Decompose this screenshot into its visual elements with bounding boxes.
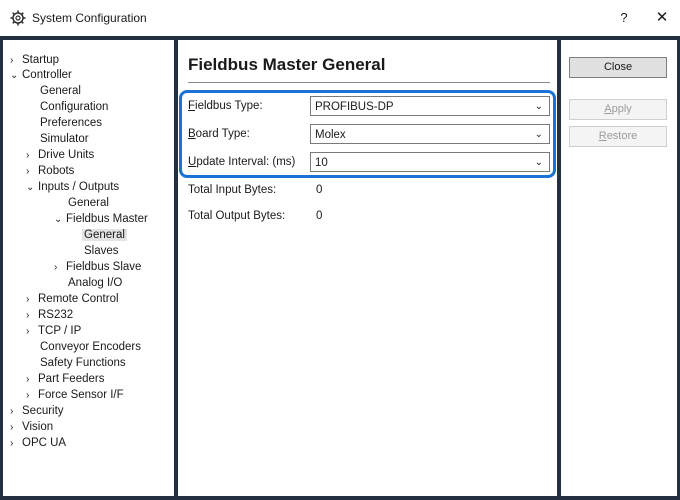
tree-item-label: OPC UA [22,437,67,449]
tree-item-label: Robots [38,165,75,177]
tree-item-controller-general[interactable]: General [40,83,81,99]
close-button[interactable]: Close [569,57,667,78]
tree-item-label: Security [22,405,64,417]
tree-item-fieldbus-master-general[interactable]: General [82,227,127,243]
tree-item-startup[interactable]: › Startup [10,52,59,68]
page-title: Fieldbus Master General [188,55,386,74]
tree-item-label: Conveyor Encoders [40,341,141,353]
accelerator-key: A [604,103,612,115]
tree-item-label: General [68,197,109,209]
tree-item-label: TCP / IP [38,325,82,337]
button-label: estore [606,130,638,142]
tree-item-io-general[interactable]: General [68,195,109,211]
accelerator-key: R [598,130,607,142]
chevron-down-icon[interactable]: ⌄ [54,212,66,228]
tree-item-label: RS232 [38,309,74,321]
tree-item-label: Drive Units [38,149,95,161]
tree-item-slaves[interactable]: Slaves [84,243,119,259]
tree-item-label: Slaves [84,245,119,257]
tree-item-security[interactable]: › Security [10,403,64,419]
apply-button[interactable]: Apply [569,99,667,120]
button-panel: Close Apply Restore [561,40,677,496]
tree-item-label: Vision [22,421,54,433]
chevron-right-icon[interactable]: › [10,420,22,436]
total-output-bytes-label: Total Output Bytes: [188,210,286,222]
tree-item-configuration[interactable]: Configuration [40,99,108,115]
chevron-right-icon[interactable]: › [26,308,38,324]
chevron-right-icon[interactable]: › [10,436,22,452]
config-tree: › Startup ⌄ Controller General Configurati… [3,40,174,496]
tree-item-inputs-outputs[interactable]: ⌄ Inputs / Outputs [26,179,119,195]
tree-item-controller[interactable]: ⌄ Controller [10,67,72,83]
chevron-right-icon[interactable]: › [10,404,22,420]
tree-item-vision[interactable]: › Vision [10,419,53,435]
title-divider [188,82,550,83]
frame-border-bottom [0,496,680,500]
tree-item-label: Configuration [40,101,109,113]
tree-item-remote-control[interactable]: › Remote Control [26,291,119,307]
tree-item-drive-units[interactable]: › Drive Units [26,147,94,163]
chevron-right-icon[interactable]: › [26,164,38,180]
tree-item-label: Fieldbus Slave [66,261,142,273]
tree-item-label: Startup [22,54,60,66]
tree-item-opc-ua[interactable]: › OPC UA [10,435,66,451]
tree-item-safety-functions[interactable]: Safety Functions [40,355,126,371]
tree-item-label: Remote Control [38,293,119,305]
tree-item-label: Force Sensor I/F [38,389,124,401]
close-window-icon[interactable]: ✕ [650,8,674,28]
chevron-right-icon[interactable]: › [26,372,38,388]
tree-item-fieldbus-slave[interactable]: › Fieldbus Slave [54,259,141,275]
total-input-bytes-label: Total Input Bytes: [188,184,277,196]
tree-item-rs232[interactable]: › RS232 [26,307,73,323]
tree-item-preferences[interactable]: Preferences [40,115,102,131]
tree-item-fieldbus-master[interactable]: ⌄ Fieldbus Master [54,211,148,227]
tree-item-label: Fieldbus Master [66,213,148,225]
tree-item-label: General [40,85,81,97]
restore-button[interactable]: Restore [569,126,667,147]
chevron-right-icon[interactable]: › [26,324,38,340]
title-bar: System Configuration ? ✕ [0,0,680,36]
window-title: System Configuration [32,11,147,25]
tree-item-label: Inputs / Outputs [38,181,120,193]
tree-item-part-feeders[interactable]: › Part Feeders [26,371,104,387]
tree-item-conveyor-encoders[interactable]: Conveyor Encoders [40,339,141,355]
gear-icon [10,10,26,26]
help-button[interactable]: ? [612,8,636,28]
tree-item-simulator[interactable]: Simulator [40,131,89,147]
chevron-right-icon[interactable]: › [26,292,38,308]
chevron-down-icon[interactable]: ⌄ [10,68,22,84]
chevron-right-icon[interactable]: › [26,148,38,164]
tree-item-robots[interactable]: › Robots [26,163,74,179]
tree-item-analog-io[interactable]: Analog I/O [68,275,122,291]
highlight-callout [179,90,556,178]
chevron-right-icon[interactable]: › [26,388,38,404]
chevron-down-icon[interactable]: ⌄ [26,180,38,196]
tree-item-label: Part Feeders [38,373,105,385]
tree-item-label: Preferences [40,117,103,129]
button-label: pply [611,103,632,115]
total-output-bytes-value: 0 [316,210,323,222]
tree-item-label: Analog I/O [68,277,123,289]
tree-item-label: Simulator [40,133,89,145]
tree-item-label: Safety Functions [40,357,126,369]
total-input-bytes-value: 0 [316,184,323,196]
chevron-right-icon[interactable]: › [54,260,66,276]
tree-item-force-sensor[interactable]: › Force Sensor I/F [26,387,124,403]
tree-item-label: Controller [22,69,72,81]
tree-item-label: General [82,229,127,241]
tree-item-tcp-ip[interactable]: › TCP / IP [26,323,81,339]
